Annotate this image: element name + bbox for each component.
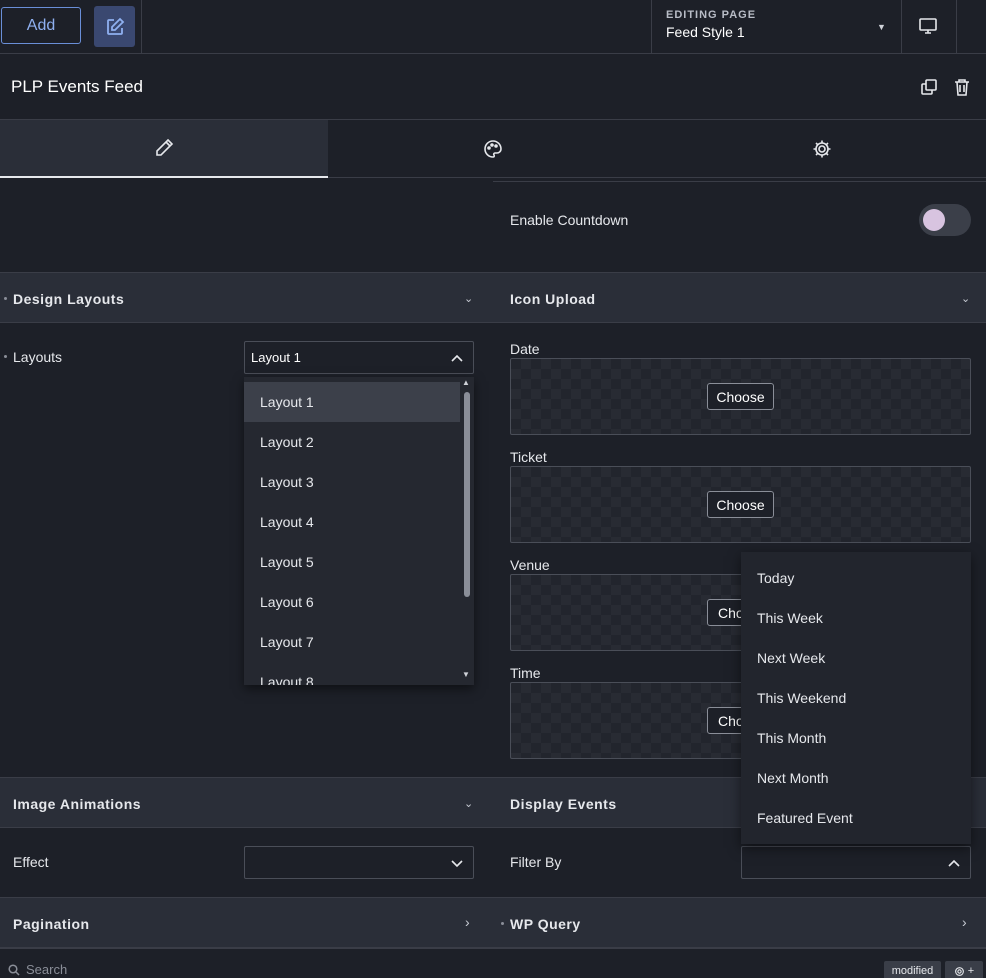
layouts-select-value: Layout 1: [251, 350, 301, 365]
chevron-down-icon[interactable]: ⌄: [961, 292, 970, 305]
date-choose-button[interactable]: Choose: [707, 383, 774, 410]
chevron-down-icon[interactable]: ⌄: [464, 797, 473, 810]
trash-icon[interactable]: [954, 78, 970, 101]
search-placeholder: Search: [26, 962, 68, 977]
chevron-right-icon[interactable]: ›: [465, 914, 470, 930]
filter-option-this-week[interactable]: This Week: [757, 610, 823, 626]
chevron-right-icon[interactable]: ›: [962, 914, 967, 930]
edit-mode-button[interactable]: [94, 6, 135, 47]
divider: [956, 0, 957, 54]
icon-upload-title[interactable]: Icon Upload: [510, 291, 596, 307]
divider: [651, 0, 652, 54]
widget-title: PLP Events Feed: [11, 77, 143, 96]
top-bar: [0, 0, 986, 54]
editing-page-value: Feed Style 1: [666, 24, 745, 40]
editing-page-selector[interactable]: EDITING PAGE Feed Style 1: [666, 9, 756, 40]
enable-countdown-toggle[interactable]: [919, 204, 971, 236]
search-bar[interactable]: Search: [8, 962, 67, 977]
filter-by-select[interactable]: [741, 846, 971, 879]
display-events-title[interactable]: Display Events: [510, 796, 617, 812]
gear-icon: [954, 966, 964, 976]
tab-style[interactable]: [328, 120, 658, 178]
bottom-bar: [0, 948, 986, 978]
scrollbar-thumb[interactable]: [464, 392, 470, 597]
filter-option-this-month[interactable]: This Month: [757, 730, 826, 746]
list-item-layout-3[interactable]: Layout 3: [244, 462, 460, 502]
chevron-down-icon[interactable]: ⌄: [464, 292, 473, 305]
list-item-layout-4[interactable]: Layout 4: [244, 502, 460, 542]
section-header-row: [0, 897, 986, 948]
chevron-up-icon: [451, 354, 463, 362]
desktop-icon[interactable]: [918, 16, 938, 41]
date-label: Date: [510, 341, 540, 357]
palette-icon: [484, 140, 502, 158]
gear-icon: [813, 140, 831, 158]
image-animations-title[interactable]: Image Animations: [13, 796, 141, 812]
modified-badge: modified: [884, 961, 941, 978]
scroll-up-arrow-icon[interactable]: ▲: [462, 378, 470, 387]
add-button[interactable]: Add: [1, 7, 81, 44]
chevron-up-icon: [948, 859, 960, 867]
caret-down-icon[interactable]: ▼: [877, 22, 886, 32]
filter-option-next-week[interactable]: Next Week: [757, 650, 825, 666]
enable-countdown-label: Enable Countdown: [510, 212, 629, 228]
tab-content[interactable]: [0, 120, 328, 178]
venue-label: Venue: [510, 557, 550, 573]
editing-page-label: EDITING PAGE: [666, 9, 757, 21]
filter-by-label: Filter By: [510, 854, 562, 870]
layouts-label: Layouts: [13, 349, 63, 365]
list-item-layout-2[interactable]: Layout 2: [244, 422, 460, 462]
layouts-select[interactable]: Layout 1: [244, 341, 474, 374]
scroll-down-arrow-icon[interactable]: ▼: [462, 670, 470, 679]
list-item-layout-7[interactable]: Layout 7: [244, 622, 460, 662]
effect-select[interactable]: [244, 846, 474, 879]
duplicate-icon[interactable]: [920, 78, 938, 101]
plus-icon: +: [967, 965, 975, 977]
time-label: Time: [510, 665, 541, 681]
filter-option-next-month[interactable]: Next Month: [757, 770, 829, 786]
pagination-title[interactable]: Pagination: [13, 916, 90, 932]
settings-add-button[interactable]: +: [945, 961, 983, 978]
list-item-layout-1[interactable]: Layout 1: [244, 382, 460, 422]
tab-advanced[interactable]: [658, 120, 986, 178]
divider: [901, 0, 902, 54]
panel-header: [0, 54, 986, 120]
search-icon: [8, 963, 20, 976]
section-header-row: [0, 272, 986, 323]
filter-by-dropdown[interactable]: Today This Week Next Week This Weekend T…: [741, 552, 971, 844]
list-item-layout-8[interactable]: Layout 8: [244, 662, 460, 685]
wp-query-title[interactable]: WP Query: [510, 916, 581, 932]
bullet: [4, 355, 7, 358]
list-item-layout-6[interactable]: Layout 6: [244, 582, 460, 622]
filter-option-featured-event[interactable]: Featured Event: [757, 810, 853, 826]
chevron-down-icon: [451, 860, 463, 868]
layouts-listbox[interactable]: Layout 1 Layout 2 Layout 3 Layout 4 Layo…: [244, 377, 474, 685]
filter-option-today[interactable]: Today: [757, 570, 794, 586]
filter-option-this-weekend[interactable]: This Weekend: [757, 690, 846, 706]
edit-icon: [106, 17, 124, 35]
list-item-layout-5[interactable]: Layout 5: [244, 542, 460, 582]
bullet: [4, 297, 7, 300]
design-layouts-title[interactable]: Design Layouts: [13, 291, 124, 307]
divider: [493, 181, 986, 182]
ticket-choose-button[interactable]: Choose: [707, 491, 774, 518]
effect-label: Effect: [13, 854, 49, 870]
bullet: [501, 922, 504, 925]
toggle-knob: [923, 209, 945, 231]
divider: [141, 0, 142, 54]
pencil-icon: [156, 138, 174, 156]
ticket-label: Ticket: [510, 449, 547, 465]
